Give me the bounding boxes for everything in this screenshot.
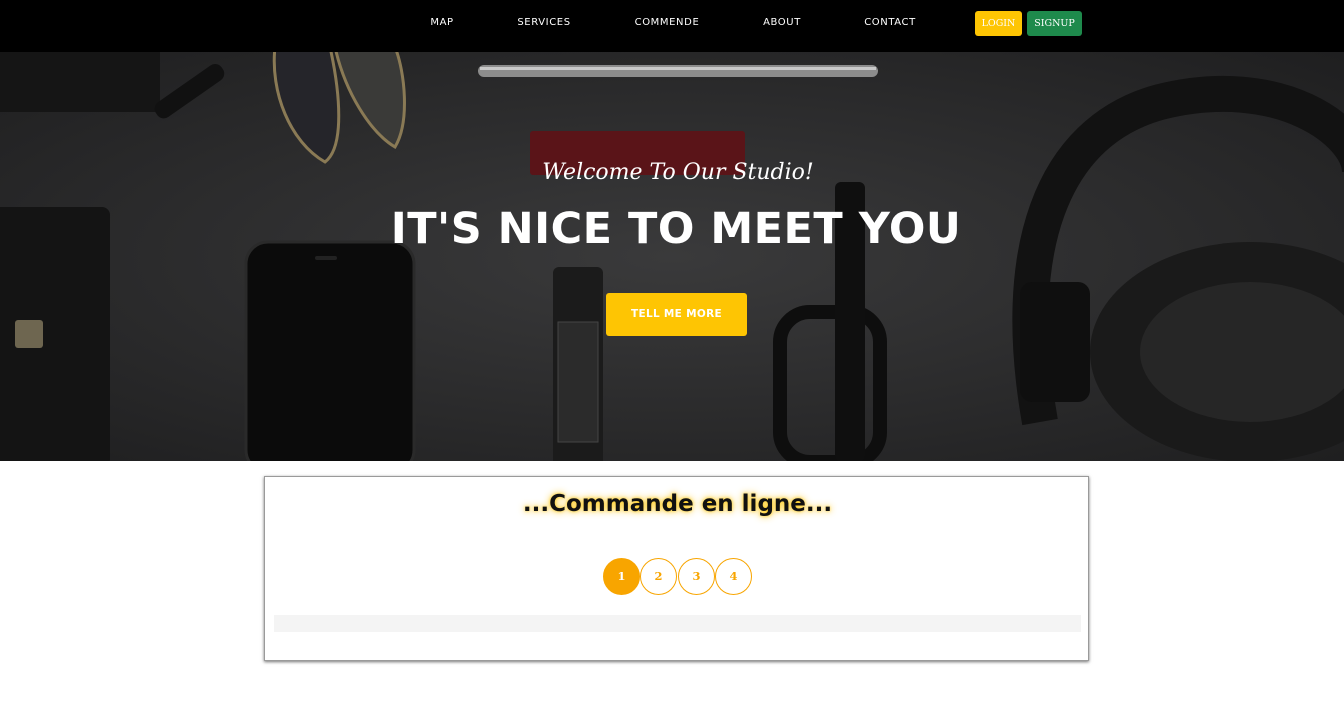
nav-link-services[interactable]: SERVICES — [517, 0, 570, 46]
top-navbar: MAP SERVICES COMMENDE ABOUT CONTACT LOGI… — [0, 0, 1344, 52]
step-3[interactable]: 3 — [678, 558, 715, 595]
order-panel: ...Commande en ligne... 1 2 3 4 — [264, 476, 1089, 661]
hero-section: Welcome To Our Studio! IT'S NICE TO MEET… — [0, 52, 1344, 461]
step-2[interactable]: 2 — [640, 558, 677, 595]
signup-button[interactable]: SIGNUP — [1027, 11, 1082, 36]
order-heading: ...Commande en ligne... — [522, 491, 833, 517]
step-1[interactable]: 1 — [603, 558, 640, 595]
step-4[interactable]: 4 — [715, 558, 752, 595]
hero-title: IT'S NICE TO MEET YOU — [390, 204, 962, 254]
progress-bar — [274, 615, 1081, 632]
nav-link-commende[interactable]: COMMENDE — [635, 0, 700, 46]
hero-subtitle: Welcome To Our Studio! — [542, 160, 814, 185]
nav-link-about[interactable]: ABOUT — [763, 0, 801, 46]
nav-link-contact[interactable]: CONTACT — [864, 0, 916, 46]
login-button[interactable]: LOGIN — [975, 11, 1022, 36]
tell-me-more-button[interactable]: TELL ME MORE — [606, 293, 747, 336]
hero-background-image — [0, 52, 1344, 461]
nav-link-map[interactable]: MAP — [430, 0, 453, 46]
